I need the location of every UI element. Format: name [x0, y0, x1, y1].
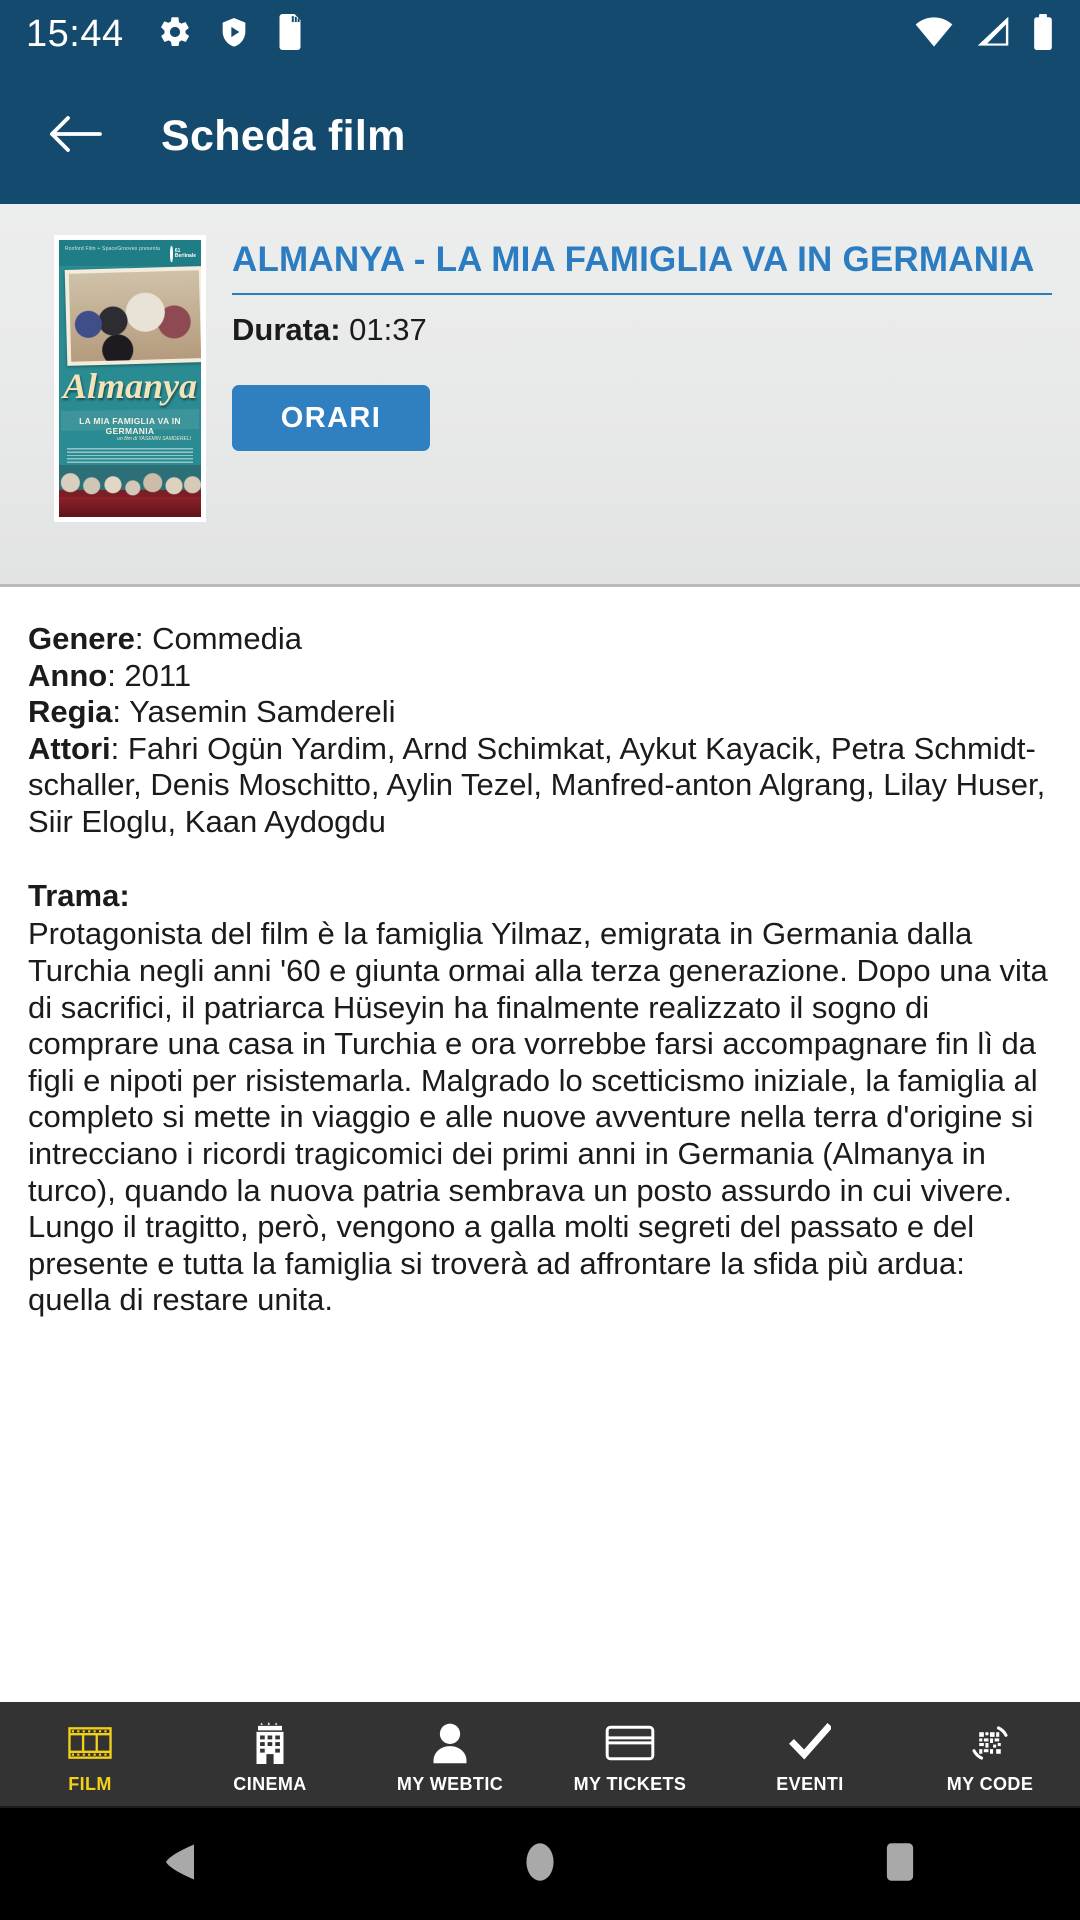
shield-play-icon — [218, 15, 250, 54]
back-triangle-icon — [162, 1841, 198, 1888]
qr-code-icon — [970, 1720, 1010, 1766]
trama-heading: Trama: — [28, 878, 1052, 914]
trama-colon: : — [119, 878, 130, 914]
poster-director-credit: un film di YASEMIN SAMDERELI — [117, 436, 191, 442]
wifi-icon — [914, 15, 954, 54]
poster-dinner-scene — [59, 465, 201, 517]
movie-header-card: Roxford Film + SpaceGrooves presenta 61 … — [0, 204, 1080, 587]
back-button[interactable] — [40, 100, 112, 172]
orari-button[interactable]: ORARI — [232, 385, 430, 451]
cellular-signal-icon — [974, 15, 1012, 54]
app-screen: 15:44 Scheda film Roxford Film + SpaceGr… — [0, 0, 1080, 1920]
status-bar: 15:44 — [0, 0, 1080, 68]
poster-table — [59, 497, 201, 517]
genere-label: Genere — [28, 621, 135, 656]
film-strip-icon — [68, 1720, 112, 1766]
movie-info: ALMANYA - LA MIA FAMIGLIA VA IN GERMANIA… — [232, 235, 1080, 584]
duration-label: Durata: — [232, 312, 341, 347]
movie-title[interactable]: ALMANYA - LA MIA FAMIGLIA VA IN GERMANIA — [232, 235, 1052, 281]
tab-eventi[interactable]: EVENTI — [720, 1702, 900, 1806]
app-bar: Scheda film — [0, 68, 1080, 204]
credit-card-icon — [605, 1720, 655, 1766]
tab-eventi-label: EVENTI — [776, 1773, 844, 1794]
android-nav-bar — [0, 1806, 1080, 1920]
battery-icon — [1032, 13, 1054, 55]
trama-label: Trama — [28, 878, 120, 914]
movie-detail-body: Genere: Commedia Anno: 2011 Regia: Yasem… — [0, 587, 1080, 1702]
sd-card-icon — [276, 13, 304, 55]
duration-value: 01:37 — [349, 312, 427, 347]
poster-subtitle: LA MIA FAMIGLIA VA IN GERMANIA — [79, 416, 181, 436]
movie-duration: Durata: 01:37 — [232, 312, 1052, 348]
home-circle-icon — [523, 1840, 557, 1889]
nav-recents-button[interactable] — [840, 1808, 960, 1920]
recents-square-icon — [885, 1841, 915, 1888]
tab-cinema[interactable]: CINEMA — [180, 1702, 360, 1806]
berlin-bear-icon — [170, 246, 173, 262]
bottom-tab-bar: FILM CINEMA MY WEBTIC MY TICKETS EVENTI … — [0, 1702, 1080, 1806]
genere-value: : Commedia — [134, 621, 302, 656]
movie-poster[interactable]: Roxford Film + SpaceGrooves presenta 61 … — [54, 235, 206, 522]
check-icon — [789, 1720, 831, 1766]
attori-label: Attori — [28, 730, 111, 766]
tab-my-webtic[interactable]: MY WEBTIC — [360, 1702, 540, 1806]
person-icon — [431, 1720, 469, 1766]
status-bar-system-icons — [914, 13, 1054, 55]
berlinale-label: 61 Berlinale — [174, 247, 196, 259]
anno-label: Anno — [28, 657, 108, 693]
trama-text: Protagonista del film è la famiglia Yilm… — [28, 916, 1048, 1318]
tab-my-webtic-label: MY WEBTIC — [396, 1773, 504, 1794]
attori-value: : Fahri Ogün Yardim, Arnd Schimkat, Ayku… — [28, 730, 1046, 839]
meta-anno: Anno: 2011 — [28, 658, 1052, 695]
regia-value: : Yasemin Samdereli — [112, 694, 396, 730]
tab-my-code-label: MY CODE — [946, 1773, 1034, 1794]
meta-attori: Attori: Fahri Ogün Yardim, Arnd Schimkat… — [28, 731, 1052, 841]
page-title: Scheda film — [161, 111, 406, 160]
poster-family-photo-image — [68, 270, 201, 362]
nav-back-button[interactable] — [120, 1808, 240, 1920]
poster-family-photo — [64, 266, 201, 366]
title-divider — [232, 293, 1052, 295]
poster-script-title: Almanya — [62, 366, 197, 406]
status-bar-notification-icons — [158, 13, 304, 55]
tab-cinema-label: CINEMA — [233, 1773, 307, 1794]
tab-my-tickets[interactable]: MY TICKETS — [540, 1702, 720, 1806]
tab-film[interactable]: FILM — [0, 1702, 180, 1806]
meta-genere: Genere: Commedia — [28, 621, 1052, 658]
regia-label: Regia — [28, 694, 113, 730]
anno-value: : 2011 — [107, 657, 192, 693]
tab-my-tickets-label: MY TICKETS — [573, 1773, 687, 1794]
poster-artwork: Roxford Film + SpaceGrooves presenta 61 … — [59, 240, 201, 517]
tab-my-code[interactable]: MY CODE — [900, 1702, 1080, 1806]
building-icon — [250, 1720, 290, 1766]
arrow-left-icon — [48, 112, 104, 161]
status-bar-clock: 15:44 — [26, 12, 124, 55]
nav-home-button[interactable] — [480, 1808, 600, 1920]
gear-icon — [158, 15, 192, 54]
movie-metadata: Genere: Commedia Anno: 2011 Regia: Yasem… — [28, 621, 1052, 840]
meta-regia: Regia: Yasemin Samdereli — [28, 694, 1052, 731]
tab-film-label: FILM — [68, 1773, 112, 1794]
berlinale-badge: 61 Berlinale — [170, 244, 196, 264]
poster-credit-text: Roxford Film + SpaceGrooves presenta — [65, 246, 161, 252]
